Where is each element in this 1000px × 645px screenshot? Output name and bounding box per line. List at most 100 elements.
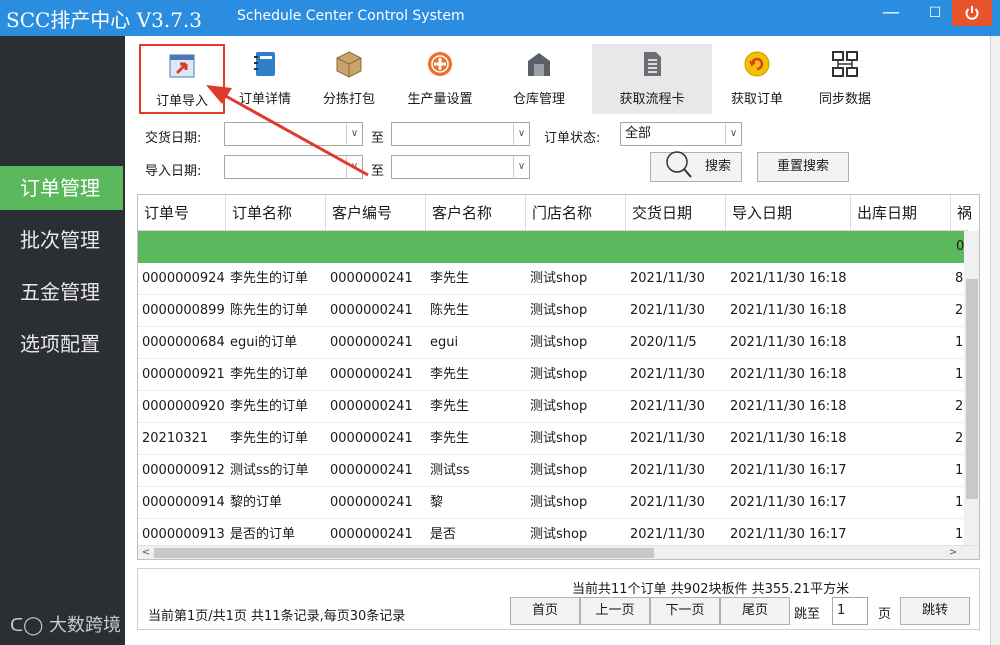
table-row[interactable]: 20210321 李先生的订单 0000000241 李先生 测试shop 2021/11… [138,423,964,455]
sort-pack-button[interactable]: 分拣打包 [313,44,385,114]
chevron-right-icon[interactable]: > [946,546,960,559]
summary-row[interactable]: 0 [138,231,964,263]
col-overflow[interactable]: 祸 [951,195,971,231]
next-page-button[interactable]: 下一页 [650,597,720,625]
order-detail-button[interactable]: 订单详情 [229,44,301,114]
cell-customer-id: 0000000241 [330,399,413,414]
col-order-name[interactable]: 订单名称 [226,195,326,231]
cell-shop-name: 测试shop [530,431,588,446]
sidebar-item-options[interactable]: 选项配置 [0,322,125,366]
to-label: 至 [371,131,385,146]
cell-customer-name: 陈先生 [430,303,470,318]
scroll-thumb[interactable] [966,279,978,499]
first-page-button[interactable]: 首页 [510,597,580,625]
cell-order-no: 0000000684 [142,335,225,350]
cell-customer-id: 0000000241 [330,463,413,478]
cell-delivery-date: 2021/11/30 [630,367,705,382]
cell-customer-name: 测试ss [430,463,470,478]
cell-order-name: 陈先生的订单 [230,303,309,318]
pagination-footer: 当前共11个订单 共902块板件 共355.21平方米 当前第1页/共1页 共1… [137,568,980,630]
minimize-button[interactable]: — [874,0,908,28]
status-select[interactable]: 全部 ∨ [620,122,742,146]
col-customer-name[interactable]: 客户名称 [426,195,526,231]
delivery-date-from[interactable]: ∨ [224,122,363,146]
maximize-button[interactable]: ☐ [918,0,952,28]
table-row[interactable]: 0000000920 李先生的订单 0000000241 李先生 测试shop 2021/… [138,391,964,423]
search-button[interactable]: 搜索 [650,151,742,182]
col-ship-date[interactable]: 出库日期 [851,195,951,231]
cell-order-no: 0000000899 [142,303,225,318]
jump-button[interactable]: 跳转 [900,597,970,625]
cell-order-name: 李先生的订单 [230,367,309,382]
chevron-down-icon: ∨ [346,156,362,178]
cell-delivery-date: 2021/11/30 [630,463,705,478]
cell-import-date: 2021/11/30 16:18 [730,303,847,318]
cell-delivery-date: 2020/11/5 [630,335,697,350]
cell-order-no: 0000000914 [142,495,225,510]
cell-customer-id: 0000000241 [330,335,413,350]
sidebar-item-hardware[interactable]: 五金管理 [0,270,125,314]
col-shop-name[interactable]: 门店名称 [526,195,626,231]
search-icon [666,151,692,178]
table-row[interactable]: 0000000684 egui的订单 0000000241 egui 测试shop 202… [138,327,964,359]
refresh-icon [744,51,770,77]
window-edge [990,36,1000,645]
order-import-button[interactable]: 订单导入 [139,44,225,114]
import-date-from[interactable]: ∨ [224,155,363,179]
power-icon [965,6,979,20]
cell-import-date: 2021/11/30 16:18 [730,367,847,382]
chevron-down-icon: ∨ [513,123,529,145]
warehouse-button[interactable]: 仓库管理 [503,44,575,114]
page-unit-label: 页 [878,607,892,622]
cell-customer-id: 0000000241 [330,271,413,286]
close-button[interactable] [952,0,992,26]
col-order-no[interactable]: 订单号 [138,195,226,231]
document-icon [644,52,661,76]
tool-label: 获取订单 [730,92,783,107]
cell-ship-date [851,455,951,487]
delivery-date-to[interactable]: ∨ [391,122,530,146]
import-date-to[interactable]: ∨ [391,155,530,179]
cell-order-no: 0000000912 [142,463,225,478]
cell-customer-name: 李先生 [430,271,470,286]
horizontal-scrollbar[interactable]: < > [138,545,979,559]
page-number-input[interactable]: 1 [832,597,868,625]
cell-import-date: 2021/11/30 16:18 [730,271,847,286]
get-orders-button[interactable]: 获取订单 [721,44,793,114]
scroll-thumb[interactable] [154,548,654,558]
last-page-button[interactable]: 尾页 [720,597,790,625]
toolbar: 订单导入 订单详情 分拣打包 生产量设置 仓库管理 获取流程卡 获取订单 同步数… [137,44,977,116]
cell-import-date: 2021/11/30 16:18 [730,335,847,350]
sidebar-item-batches[interactable]: 批次管理 [0,218,125,262]
sync-data-button[interactable]: 同步数据 [809,44,881,114]
col-delivery-date[interactable]: 交货日期 [626,195,726,231]
prev-page-button[interactable]: 上一页 [580,597,650,625]
col-import-date[interactable]: 导入日期 [726,195,851,231]
table-row[interactable]: 0000000924 李先生的订单 0000000241 李先生 测试shop 2021/… [138,263,964,295]
sidebar-item-orders[interactable]: 订单管理 [0,166,123,210]
vertical-scrollbar[interactable] [964,231,979,545]
table-row[interactable]: 0000000912 测试ss的订单 0000000241 测试ss 测试shop 202… [138,455,964,487]
col-customer-id[interactable]: 客户编号 [326,195,426,231]
production-setting-button[interactable]: 生产量设置 [399,44,481,114]
watermark-logo-icon: ᑕ◯ [10,615,44,636]
table-row[interactable]: 0000000921 李先生的订单 0000000241 李先生 测试shop 2021/… [138,359,964,391]
app-subtitle: Schedule Center Control System [237,8,465,24]
cell-overflow: 1 [955,335,964,350]
reset-search-button[interactable]: 重置搜索 [757,152,849,182]
cell-customer-id: 0000000241 [330,431,413,446]
cell-ship-date [851,391,951,423]
cell-order-name: egui的订单 [230,335,298,350]
get-flow-card-button[interactable]: 获取流程卡 [592,44,712,114]
plus-circle-icon [428,52,452,76]
table-row[interactable]: 0000000899 陈先生的订单 0000000241 陈先生 测试shop 2021/… [138,295,964,327]
package-icon [336,51,362,78]
table-row[interactable]: 0000000914 黎的订单 0000000241 黎 测试shop 2021/11/3… [138,487,964,519]
tool-label: 生产量设置 [407,92,473,107]
chevron-left-icon[interactable]: < [139,546,153,559]
chevron-down-icon: ∨ [513,156,529,178]
cell-import-date: 2021/11/30 16:18 [730,431,847,446]
cell-overflow: 1 [955,367,964,382]
cell-import-date: 2021/11/30 16:18 [730,399,847,414]
cell-ship-date [851,359,951,391]
